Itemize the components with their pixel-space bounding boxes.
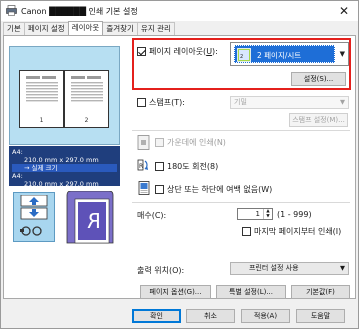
special-settings-button[interactable]: 특별 설정(L)... <box>216 285 286 299</box>
layout-settings-button[interactable]: 설정(S)... <box>291 72 346 86</box>
output-size-label: A4: <box>12 172 23 180</box>
last-page-first-checkbox[interactable] <box>242 227 251 236</box>
layout-preview: 1 2 <box>9 46 120 145</box>
center-print-icon <box>137 135 150 150</box>
stamp-settings-button[interactable]: 스탬프 설정(M)... <box>289 113 348 127</box>
print-center-label: 가운데에 인쇄(N) <box>167 138 226 147</box>
print-center-row[interactable]: 가운데에 인쇄(N) <box>155 137 226 148</box>
print-center-checkbox[interactable] <box>155 138 164 147</box>
page-1-number: 1 <box>39 117 44 124</box>
last-page-first-row[interactable]: 마지막 페이지부터 인쇄(I) <box>242 226 341 237</box>
page-layout-checkbox-row[interactable]: 페이지 레이아웃(U): <box>137 46 218 57</box>
two-up-layout-icon: 2 <box>237 48 251 62</box>
defaults-button[interactable]: 기본값(F) <box>291 285 350 299</box>
svg-text:R: R <box>139 163 143 170</box>
copies-label: 매수(C): <box>137 211 167 220</box>
tab-layout[interactable]: 레이아웃 <box>67 21 104 35</box>
page-2-number: 2 <box>84 117 89 124</box>
preview-page-2: 2 <box>64 70 109 128</box>
reverse-letter: R <box>87 209 101 233</box>
paper-size-info: A4: 210.0 mm x 297.0 mm → 실제 크기 A4: 210.… <box>9 146 120 188</box>
close-icon[interactable]: ✕ <box>336 3 352 19</box>
tab-basic[interactable]: 기본 <box>3 22 25 35</box>
copies-value: 1 <box>255 210 260 218</box>
no-margin-label: 상단 또는 하단에 여백 없음(W) <box>167 185 273 194</box>
last-page-first-label: 마지막 페이지부터 인쇄(I) <box>254 227 342 236</box>
window-title: Canon ██████ 인쇄 기본 설정 <box>21 7 138 16</box>
help-button[interactable]: 도움말 <box>296 309 345 323</box>
feed-direction-icon <box>20 195 48 236</box>
cancel-button[interactable]: 취소 <box>186 309 235 323</box>
rotate-180-label: 180도 회전(8) <box>167 162 219 171</box>
stamp-select-value: 기밀 <box>234 98 247 106</box>
apply-button[interactable]: 적용(A) <box>241 309 290 323</box>
output-position-label: 출력 위치(O): <box>137 266 185 275</box>
page-1-text-lines <box>26 76 58 102</box>
tab-bar: 기본 페이지 설정 레이아웃 즐겨찾기 유지 관리 <box>3 21 175 35</box>
print-preferences-window: Canon ██████ 인쇄 기본 설정 ✕ 기본 페이지 설정 레이아웃 즐… <box>0 0 359 329</box>
output-position-select[interactable]: 프린터 설정 사용 ▼ <box>230 262 349 275</box>
copies-range: (1 - 999) <box>277 210 312 219</box>
no-margin-row[interactable]: 상단 또는 하단에 여백 없음(W) <box>155 184 272 195</box>
margin-icon <box>138 181 150 195</box>
page-2-text-lines <box>71 76 103 102</box>
page-layout-label-suffix: ): <box>212 47 218 56</box>
tab-favorites[interactable]: 즐겨찾기 <box>102 22 138 35</box>
page-layout-label: 페이지 레이아웃( <box>149 47 207 56</box>
tab-maintenance[interactable]: 유지 관리 <box>136 22 175 35</box>
output-position-value: 프린터 설정 사용 <box>249 264 299 272</box>
stamp-checkbox-row[interactable]: 스탬프(T): <box>137 97 185 108</box>
ok-button[interactable]: 확인 <box>132 309 181 323</box>
rotate-180-checkbox[interactable] <box>155 162 164 171</box>
title-bar: Canon ██████ 인쇄 기본 설정 ✕ <box>1 1 358 21</box>
chevron-down-icon: ▼ <box>340 98 345 106</box>
no-margin-checkbox[interactable] <box>155 185 164 194</box>
separator <box>132 202 350 203</box>
tab-page-setup[interactable]: 페이지 설정 <box>23 22 69 35</box>
spin-arrows-icon[interactable]: ▲ ▼ <box>263 209 272 219</box>
preview-page-1: 1 <box>19 70 64 128</box>
svg-text:2: 2 <box>240 54 243 60</box>
separator <box>132 130 350 131</box>
stamp-checkbox[interactable] <box>137 98 146 107</box>
stamp-label: 스탬프(T): <box>149 98 185 107</box>
page-layout-selected-item: 2 2 페이지/시트 <box>234 45 335 63</box>
paper-feed-illustration: R <box>9 189 120 245</box>
stamp-select[interactable]: 기밀 ▼ <box>230 96 349 109</box>
page-options-button[interactable]: 페이지 옵션(G)... <box>140 285 211 299</box>
copies-spinner[interactable]: 1 ▲ ▼ <box>237 208 273 220</box>
scale-mode-label: → 실제 크기 <box>12 164 117 172</box>
page-layout-select[interactable]: 2 2 페이지/시트 ▼ <box>230 42 349 66</box>
output-size-dimensions: 210.0 mm x 297.0 mm <box>24 180 99 188</box>
printer-app-icon <box>6 5 17 16</box>
chevron-down-icon: ▼ <box>340 264 345 272</box>
page-layout-value: 2 페이지/시트 <box>257 51 302 60</box>
page-layout-checkbox[interactable] <box>137 47 146 56</box>
chevron-down-icon: ▼ <box>339 50 345 58</box>
paper-size-label: A4: <box>12 148 23 156</box>
rotate-icon: R <box>137 159 148 171</box>
rotate-180-row[interactable]: 180도 회전(8) <box>155 161 218 172</box>
paper-size-dimensions: 210.0 mm x 297.0 mm <box>24 156 99 164</box>
